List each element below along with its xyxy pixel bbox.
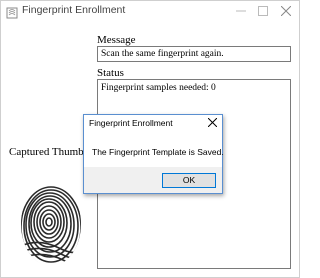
message-label: Message bbox=[97, 34, 136, 46]
ok-button[interactable]: OK bbox=[162, 173, 216, 188]
dialog-title: Fingerprint Enrollment bbox=[89, 118, 173, 128]
close-icon bbox=[208, 118, 217, 127]
fingerprint-image bbox=[21, 186, 81, 264]
close-button[interactable] bbox=[274, 1, 298, 20]
dialog-message: The Fingerprint Template is Saved. bbox=[92, 147, 224, 157]
captured-thumb-label: Captured Thumb bbox=[9, 146, 84, 158]
minimize-button[interactable] bbox=[229, 1, 253, 20]
title-bar[interactable]: Fingerprint Enrollment bbox=[1, 1, 299, 20]
app-icon bbox=[6, 4, 18, 19]
maximize-button[interactable] bbox=[251, 1, 275, 20]
close-icon bbox=[281, 6, 291, 16]
window-title: Fingerprint Enrollment bbox=[22, 4, 126, 16]
main-window: Fingerprint Enrollment Message Scan the … bbox=[0, 0, 300, 278]
status-label: Status bbox=[97, 67, 124, 79]
save-dialog: Fingerprint Enrollment The Fingerprint T… bbox=[83, 114, 224, 194]
message-field[interactable]: Scan the same fingerprint again. bbox=[97, 46, 291, 62]
message-text: Scan the same fingerprint again. bbox=[101, 49, 224, 59]
status-line: Fingerprint samples needed: 0 bbox=[101, 83, 216, 93]
dialog-close-button[interactable] bbox=[203, 115, 223, 131]
dialog-footer: OK bbox=[84, 167, 222, 193]
